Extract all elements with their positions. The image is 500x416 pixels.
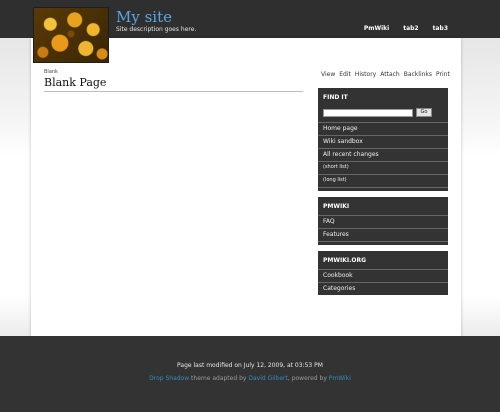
search-input[interactable] bbox=[323, 108, 413, 117]
pmwiki-org-box: PMWIKI.ORG Cookbook Categories bbox=[318, 251, 448, 295]
site-description: Site description goes here. bbox=[116, 26, 197, 33]
last-modified-text: Page last modified on July 12, 2009, at … bbox=[177, 362, 323, 369]
theme-link[interactable]: Drop Shadow bbox=[149, 375, 189, 382]
sidebar-item-wiki-sandbox[interactable]: Wiki sandbox bbox=[318, 135, 448, 148]
title-divider bbox=[44, 91, 303, 92]
action-history[interactable]: History bbox=[355, 71, 376, 78]
sidebar-item-categories[interactable]: Categories bbox=[318, 282, 448, 295]
sidebar-item-cookbook[interactable]: Cookbook bbox=[318, 269, 448, 282]
page-group-link[interactable]: Blank bbox=[44, 69, 58, 75]
sidebar: FIND IT Go Home page Wiki sandbox All re… bbox=[318, 88, 448, 301]
tab-tab2[interactable]: tab2 bbox=[403, 25, 418, 32]
pmwiki-link[interactable]: PmWiki bbox=[329, 375, 351, 382]
tab-tab3[interactable]: tab3 bbox=[433, 25, 448, 32]
pmwiki-box: PMWIKI FAQ Features bbox=[318, 197, 448, 245]
footer bbox=[0, 336, 500, 412]
footer-credits: Drop Shadow theme adapted by David Gilbe… bbox=[0, 375, 500, 382]
site-logo-image[interactable] bbox=[33, 7, 109, 63]
sidebar-item-long-list[interactable]: (long list) bbox=[318, 174, 448, 187]
sidebar-item-short-list[interactable]: (short list) bbox=[318, 161, 448, 174]
action-edit[interactable]: Edit bbox=[339, 71, 351, 78]
sidebar-item-home-page[interactable]: Home page bbox=[318, 122, 448, 135]
action-attach[interactable]: Attach bbox=[380, 71, 399, 78]
powered-text: , powered by bbox=[287, 375, 329, 382]
tab-pmwiki[interactable]: PmWiki bbox=[364, 25, 389, 32]
sidebar-item-all-recent-changes[interactable]: All recent changes bbox=[318, 148, 448, 161]
bottom-edge bbox=[0, 412, 500, 416]
sidebar-item-faq[interactable]: FAQ bbox=[318, 215, 448, 228]
top-tabs: PmWiki tab2 tab3 bbox=[364, 25, 448, 32]
action-view[interactable]: View bbox=[321, 71, 335, 78]
find-box: FIND IT Go Home page Wiki sandbox All re… bbox=[318, 88, 448, 191]
sidebar-item-features[interactable]: Features bbox=[318, 228, 448, 241]
action-print[interactable]: Print bbox=[436, 71, 450, 78]
box-divider bbox=[318, 187, 448, 191]
find-heading: FIND IT bbox=[323, 94, 348, 101]
action-backlinks[interactable]: Backlinks bbox=[404, 71, 432, 78]
theme-credit-text: theme adapted by bbox=[189, 375, 249, 382]
pmwiki-heading: PMWIKI bbox=[323, 203, 350, 210]
page-actions: View Edit History Attach Backlinks Print bbox=[321, 71, 450, 78]
site-title[interactable]: My site bbox=[116, 8, 172, 26]
pmwiki-org-heading: PMWIKI.ORG bbox=[323, 257, 367, 264]
box-divider bbox=[318, 241, 448, 245]
page-title: Blank Page bbox=[44, 76, 107, 89]
author-link[interactable]: David Gilbert bbox=[248, 375, 288, 382]
go-button[interactable]: Go bbox=[416, 108, 432, 117]
search-row: Go bbox=[318, 106, 448, 122]
